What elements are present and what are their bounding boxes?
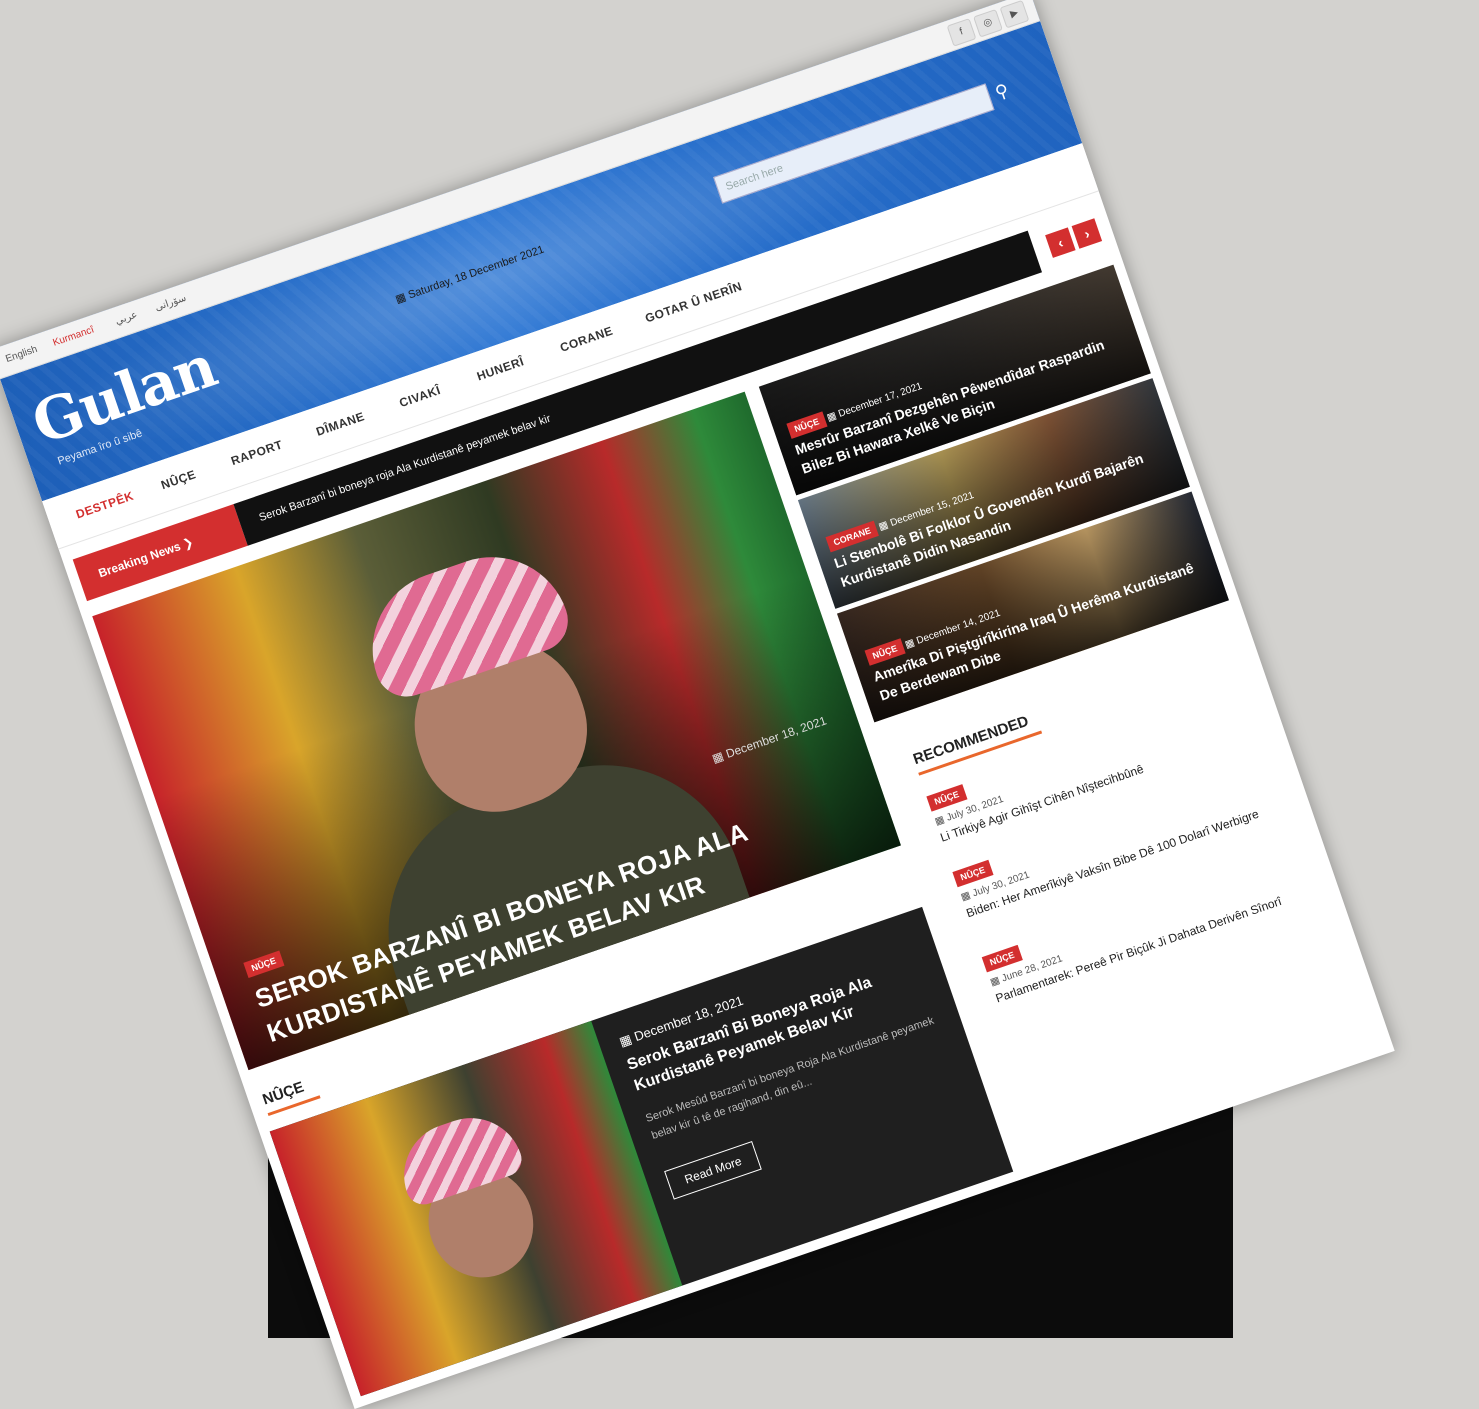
facebook-icon[interactable]: f [946, 18, 977, 47]
next-arrow-icon[interactable]: › [1071, 218, 1103, 249]
rec-title[interactable]: Parlamentarek: Pereê Pir Biçûk Ji Dahata… [993, 881, 1320, 1007]
feature-date: ▦ December 18, 2021 [710, 713, 829, 766]
lang-kurmanci[interactable]: Kurmancî [52, 324, 96, 348]
instagram-icon[interactable]: ◎ [973, 8, 1003, 38]
nav-destpek[interactable]: DESTPÊK [74, 489, 135, 522]
nav-corane[interactable]: CORANE [558, 324, 615, 355]
read-more-button[interactable]: Read More [664, 1140, 763, 1200]
search-icon[interactable]: ⚲ [988, 77, 1016, 105]
lang-arabic[interactable]: عربي [114, 309, 139, 327]
nav-dimane[interactable]: DÎMANE [314, 409, 366, 439]
nav-nuce[interactable]: NÛÇE [159, 467, 198, 492]
prev-arrow-icon[interactable]: ‹ [1045, 227, 1076, 258]
lang-english[interactable]: English [4, 344, 39, 365]
header-date: ▦ Saturday, 18 December 2021 [393, 243, 546, 306]
youtube-icon[interactable]: ▶ [999, 0, 1030, 29]
news-card-image [269, 1020, 683, 1397]
lang-sorani[interactable]: سۆرانی [154, 293, 188, 314]
nav-raport[interactable]: RAPORT [229, 437, 284, 468]
nav-huneri[interactable]: HUNERÎ [475, 354, 526, 383]
nav-civaki[interactable]: CIVAKÎ [397, 383, 442, 410]
news-card-text: ▦ December 18, 2021 Serok Barzanî Bi Bon… [617, 934, 967, 1200]
